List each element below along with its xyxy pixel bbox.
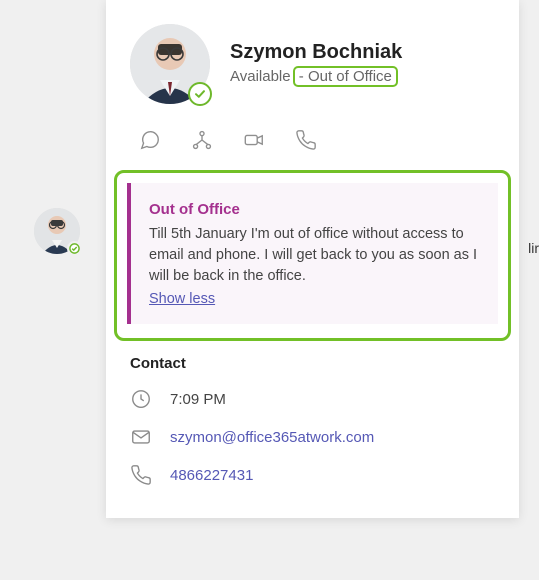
contact-phone-row: 4866227431 — [106, 456, 519, 494]
status-prefix: Available — [230, 68, 291, 85]
phone-contact-icon — [130, 464, 152, 486]
chat-icon — [139, 129, 161, 151]
org-icon — [191, 129, 213, 151]
presence-badge-large — [188, 82, 212, 106]
presence-badge-small — [67, 241, 82, 256]
mail-icon — [130, 426, 152, 448]
out-of-office-panel: Out of Office Till 5th January I'm out o… — [127, 183, 498, 324]
clock-icon — [130, 388, 152, 410]
video-icon — [243, 129, 265, 151]
out-of-office-highlight-wrap: Out of Office Till 5th January I'm out o… — [114, 170, 511, 341]
contact-heading: Contact — [106, 341, 519, 380]
org-button[interactable] — [186, 124, 218, 156]
ooo-message: Till 5th January I'm out of office witho… — [149, 224, 480, 287]
video-button[interactable] — [238, 124, 270, 156]
chat-button[interactable] — [134, 124, 166, 156]
presence-status: Available - Out of Office — [230, 66, 402, 87]
phone-icon — [295, 129, 317, 151]
ooo-title: Out of Office — [149, 201, 480, 218]
status-out-of-office-highlight: - Out of Office — [293, 66, 398, 87]
phone-link[interactable]: 4866227431 — [170, 467, 253, 484]
contact-time-row: 7:09 PM — [106, 380, 519, 418]
contact-email-row: szymon@office365atwork.com — [106, 418, 519, 456]
email-link[interactable]: szymon@office365atwork.com — [170, 429, 374, 446]
ooo-toggle[interactable]: Show less — [149, 291, 215, 307]
profile-card: Szymon Bochniak Available - Out of Offic… — [106, 0, 519, 518]
local-time: 7:09 PM — [170, 391, 226, 408]
profile-avatar[interactable] — [130, 24, 210, 104]
chat-list-avatar[interactable] — [34, 208, 80, 254]
profile-name: Szymon Bochniak — [230, 41, 402, 64]
background-text-fragment: lir — [528, 240, 539, 256]
call-button[interactable] — [290, 124, 322, 156]
